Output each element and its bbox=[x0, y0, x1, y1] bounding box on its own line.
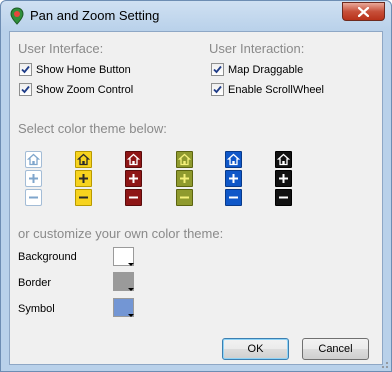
show-zoom-control-label: Show Zoom Control bbox=[36, 83, 134, 96]
theme-option-blue[interactable] bbox=[225, 151, 243, 208]
show-home-button-checkbox[interactable] bbox=[19, 63, 32, 76]
show-home-button-label: Show Home Button bbox=[36, 63, 131, 76]
zoom-in-icon bbox=[25, 170, 42, 187]
custom-theme-heading: or customize your own color theme: bbox=[18, 226, 224, 241]
window-title: Pan and Zoom Setting bbox=[30, 8, 160, 23]
theme-option-olive[interactable] bbox=[176, 151, 194, 208]
zoom-in-icon bbox=[275, 170, 292, 187]
home-icon bbox=[75, 151, 92, 168]
map-draggable-label: Map Draggable bbox=[228, 63, 304, 76]
enable-scrollwheel-checkbox[interactable] bbox=[211, 83, 224, 96]
zoom-out-icon bbox=[225, 189, 242, 206]
theme-option-dark-red[interactable] bbox=[125, 151, 143, 208]
dropdown-arrow-icon bbox=[128, 263, 134, 266]
map-draggable-option[interactable]: Map Draggable bbox=[211, 63, 303, 76]
zoom-out-icon bbox=[275, 189, 292, 206]
border-color-picker[interactable] bbox=[113, 272, 134, 291]
user-interaction-heading: User Interaction: bbox=[209, 41, 305, 56]
zoom-out-icon bbox=[75, 189, 92, 206]
theme-option-yellow[interactable] bbox=[75, 151, 93, 208]
dropdown-arrow-icon bbox=[128, 314, 134, 317]
zoom-in-icon bbox=[125, 170, 142, 187]
dropdown-arrow-icon bbox=[128, 288, 134, 291]
checkmark-icon bbox=[21, 85, 30, 94]
resize-grip-icon[interactable] bbox=[379, 359, 389, 369]
background-color-picker[interactable] bbox=[113, 247, 134, 266]
zoom-in-icon bbox=[225, 170, 242, 187]
theme-option-black[interactable] bbox=[275, 151, 293, 208]
show-zoom-control-option[interactable]: Show Zoom Control bbox=[19, 83, 133, 96]
cancel-button[interactable]: Cancel bbox=[302, 338, 369, 360]
home-icon bbox=[275, 151, 292, 168]
ok-button[interactable]: OK bbox=[222, 338, 289, 360]
zoom-in-icon bbox=[75, 170, 92, 187]
checkmark-icon bbox=[21, 65, 30, 74]
enable-scrollwheel-label: Enable ScrollWheel bbox=[228, 83, 324, 96]
close-button[interactable] bbox=[342, 2, 385, 21]
border-label: Border bbox=[18, 277, 52, 289]
zoom-out-icon bbox=[125, 189, 142, 206]
dialog-window: Pan and Zoom Setting User Interface: Sho… bbox=[0, 0, 392, 372]
home-icon bbox=[125, 151, 142, 168]
home-icon bbox=[176, 151, 193, 168]
zoom-out-icon bbox=[25, 189, 42, 206]
title-bar[interactable]: Pan and Zoom Setting bbox=[1, 1, 391, 31]
color-theme-heading: Select color theme below: bbox=[18, 121, 167, 136]
enable-scrollwheel-option[interactable]: Enable ScrollWheel bbox=[211, 83, 324, 96]
map-draggable-checkbox[interactable] bbox=[211, 63, 224, 76]
app-icon bbox=[9, 7, 25, 25]
checkmark-icon bbox=[213, 85, 222, 94]
home-icon bbox=[25, 151, 42, 168]
close-icon bbox=[358, 6, 369, 17]
zoom-in-icon bbox=[176, 170, 193, 187]
symbol-label: Symbol bbox=[18, 303, 55, 315]
dialog-content: User Interface: Show Home Button Show Zo… bbox=[9, 31, 383, 365]
background-label: Background bbox=[18, 251, 77, 263]
zoom-out-icon bbox=[176, 189, 193, 206]
show-zoom-control-checkbox[interactable] bbox=[19, 83, 32, 96]
show-home-button-option[interactable]: Show Home Button bbox=[19, 63, 131, 76]
symbol-color-picker[interactable] bbox=[113, 298, 134, 317]
theme-option-light-blue-outline[interactable] bbox=[25, 151, 43, 208]
home-icon bbox=[225, 151, 242, 168]
user-interface-heading: User Interface: bbox=[18, 41, 104, 56]
checkmark-icon bbox=[213, 65, 222, 74]
